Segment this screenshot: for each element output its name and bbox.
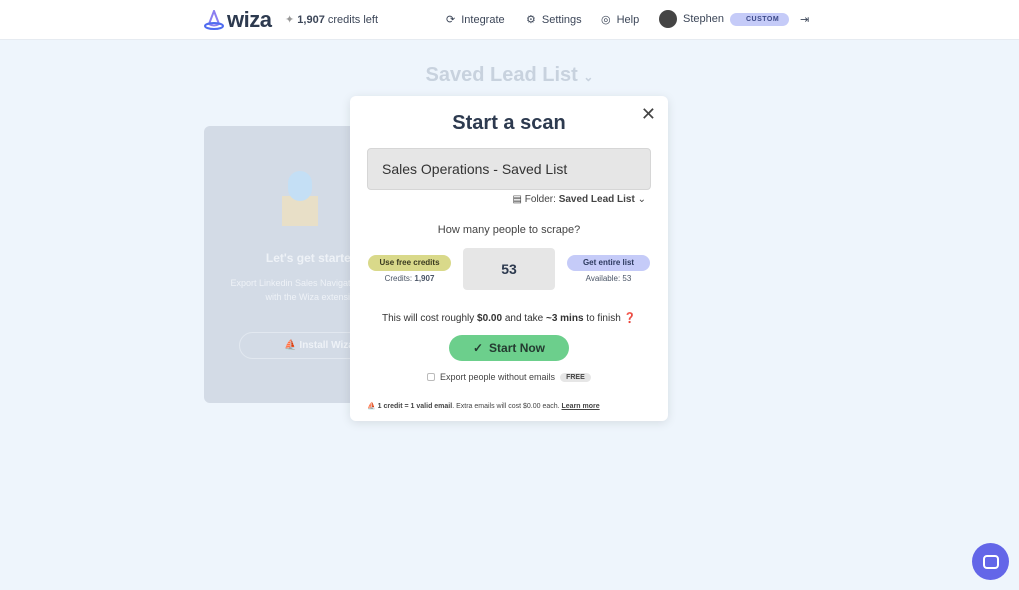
wiza-logo[interactable]: wiza bbox=[204, 7, 272, 33]
avatar bbox=[659, 10, 677, 28]
start-now-button[interactable]: ✓ Start Now bbox=[449, 335, 569, 361]
available-info: Available: 53 bbox=[585, 274, 632, 283]
cost-estimate: This will cost roughly $0.00 and take ~3… bbox=[382, 313, 636, 324]
sparkle-icon: ✦ bbox=[285, 14, 295, 26]
start-scan-modal: ✕ Start a scan Sales Operations - Saved … bbox=[350, 96, 668, 421]
lightbulb-envelope-illustration bbox=[282, 171, 318, 229]
modal-title: Start a scan bbox=[452, 112, 566, 134]
learn-more-link[interactable]: Learn more bbox=[562, 403, 600, 410]
use-free-credits-button[interactable]: Use free credits bbox=[368, 255, 451, 271]
nav-integrate[interactable]: ⟳ Integrate bbox=[446, 13, 505, 27]
gear-icon: ⚙ bbox=[526, 14, 536, 26]
folder-selector[interactable]: ▤ Folder: Saved Lead List ⌄ bbox=[513, 194, 646, 205]
lifebuoy-icon: ◎ bbox=[601, 14, 611, 26]
wiza-hat-icon: ⛵ bbox=[367, 403, 376, 410]
list-name-input[interactable]: Sales Operations - Saved List bbox=[367, 148, 651, 190]
credits-left: ✦ 1,907 credits left bbox=[285, 14, 378, 26]
modal-footer: ⛵ 1 credit = 1 valid email. Extra emails… bbox=[367, 403, 600, 410]
page-title[interactable]: Saved Lead List ⌄ bbox=[0, 64, 1019, 87]
nav-help[interactable]: ◎ Help bbox=[601, 13, 639, 27]
free-badge: FREE bbox=[560, 372, 591, 382]
get-entire-list-button[interactable]: Get entire list bbox=[567, 255, 650, 271]
nav-settings[interactable]: ⚙ Settings bbox=[526, 13, 582, 27]
wiza-hat-icon bbox=[204, 10, 224, 30]
plan-badge: CUSTOM bbox=[729, 12, 790, 26]
user-menu[interactable]: Stephen CUSTOM bbox=[659, 10, 790, 28]
logout-icon[interactable]: ⇥ bbox=[800, 13, 809, 26]
credits-info: Credits: 1,907 bbox=[384, 274, 435, 283]
chat-icon bbox=[982, 554, 999, 569]
chat-button[interactable] bbox=[972, 543, 1009, 580]
top-bar: wiza ✦ 1,907 credits left ⟳ Integrate ⚙ Se… bbox=[0, 0, 1019, 40]
help-icon[interactable]: ❓ bbox=[624, 313, 636, 324]
sync-icon: ⟳ bbox=[446, 14, 456, 26]
chevron-down-icon: ⌄ bbox=[583, 70, 594, 84]
check-icon: ✓ bbox=[472, 341, 484, 355]
people-count-input[interactable]: 53 bbox=[463, 248, 555, 290]
scrape-question: How many people to scrape? bbox=[437, 224, 581, 236]
export-without-emails: Export people without emails FREE bbox=[427, 372, 591, 382]
export-checkbox[interactable] bbox=[427, 373, 435, 381]
